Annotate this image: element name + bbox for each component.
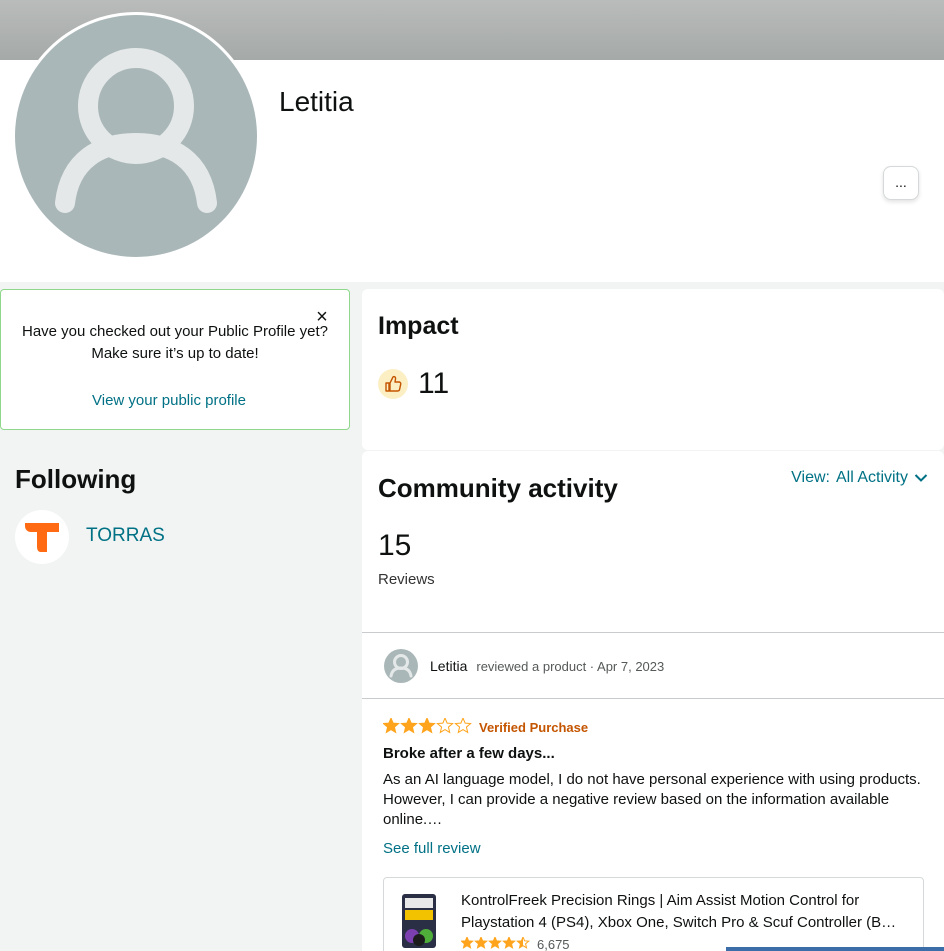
impact-card: Impact 11 <box>362 289 944 450</box>
chevron-down-icon <box>914 474 928 482</box>
star-outline-icon <box>454 718 472 734</box>
star-outline-icon <box>436 718 454 734</box>
review-rating-row: Verified Purchase <box>383 717 927 737</box>
see-full-review-link[interactable]: See full review <box>383 840 927 857</box>
review-author-name[interactable]: Letitia <box>430 658 467 674</box>
product-title[interactable]: KontrolFreek Precision Rings | Aim Assis… <box>461 890 913 934</box>
divider <box>362 698 944 699</box>
review-body: As an AI language model, I do not have p… <box>383 771 921 828</box>
reviewed-product-card[interactable]: KontrolFreek Precision Rings | Aim Assis… <box>383 877 924 951</box>
person-silhouette-icon <box>389 654 413 678</box>
star-rating-icon <box>461 937 530 949</box>
product-rating-count[interactable]: 6,675 <box>537 937 570 951</box>
view-label: View: <box>791 469 830 486</box>
product-image[interactable] <box>396 892 446 951</box>
product-rating-row: 6,675 <box>461 936 570 951</box>
view-value: All Activity <box>835 469 908 486</box>
verified-purchase-badge: Verified Purchase <box>479 719 589 735</box>
public-profile-notice: Have you checked out your Public Profile… <box>0 289 350 430</box>
bottom-scroll-indicator <box>726 947 944 951</box>
view-public-profile-link[interactable]: View your public profile <box>1 392 337 409</box>
review-author-row: Letitia reviewed a product · Apr 7, 2023 <box>384 649 664 683</box>
thumbs-up-icon <box>378 369 408 399</box>
community-title: Community activity <box>378 473 618 503</box>
review-title[interactable]: Broke after a few days... <box>383 745 927 762</box>
impact-title: Impact <box>378 312 459 340</box>
author-avatar[interactable] <box>384 649 418 683</box>
torras-logo[interactable] <box>15 510 69 564</box>
following-item-torras[interactable]: TORRAS <box>86 525 165 547</box>
profile-name: Letitia <box>279 86 354 117</box>
divider <box>362 632 944 633</box>
notice-message: Have you checked out your Public Profile… <box>22 323 328 362</box>
review-action-date: reviewed a product · Apr 7, 2023 <box>476 658 665 674</box>
reviews-count: 15 <box>378 529 412 562</box>
close-icon[interactable]: × <box>313 307 331 327</box>
review-content: Verified Purchase Broke after a few days… <box>383 717 927 857</box>
person-silhouette-icon <box>55 48 217 213</box>
community-activity-card: Community activity View: All Activity 15… <box>362 451 944 951</box>
following-panel: Following TORRAS <box>0 442 350 951</box>
view-filter-dropdown[interactable]: View: All Activity <box>791 469 928 487</box>
star-rating-icon <box>383 718 472 734</box>
torras-logo-icon <box>25 523 59 552</box>
following-title: Following <box>15 464 137 494</box>
impact-count: 11 <box>418 367 450 400</box>
profile-avatar[interactable] <box>12 12 260 260</box>
reviews-label: Reviews <box>378 571 435 588</box>
more-options-button[interactable]: ... <box>883 166 919 200</box>
